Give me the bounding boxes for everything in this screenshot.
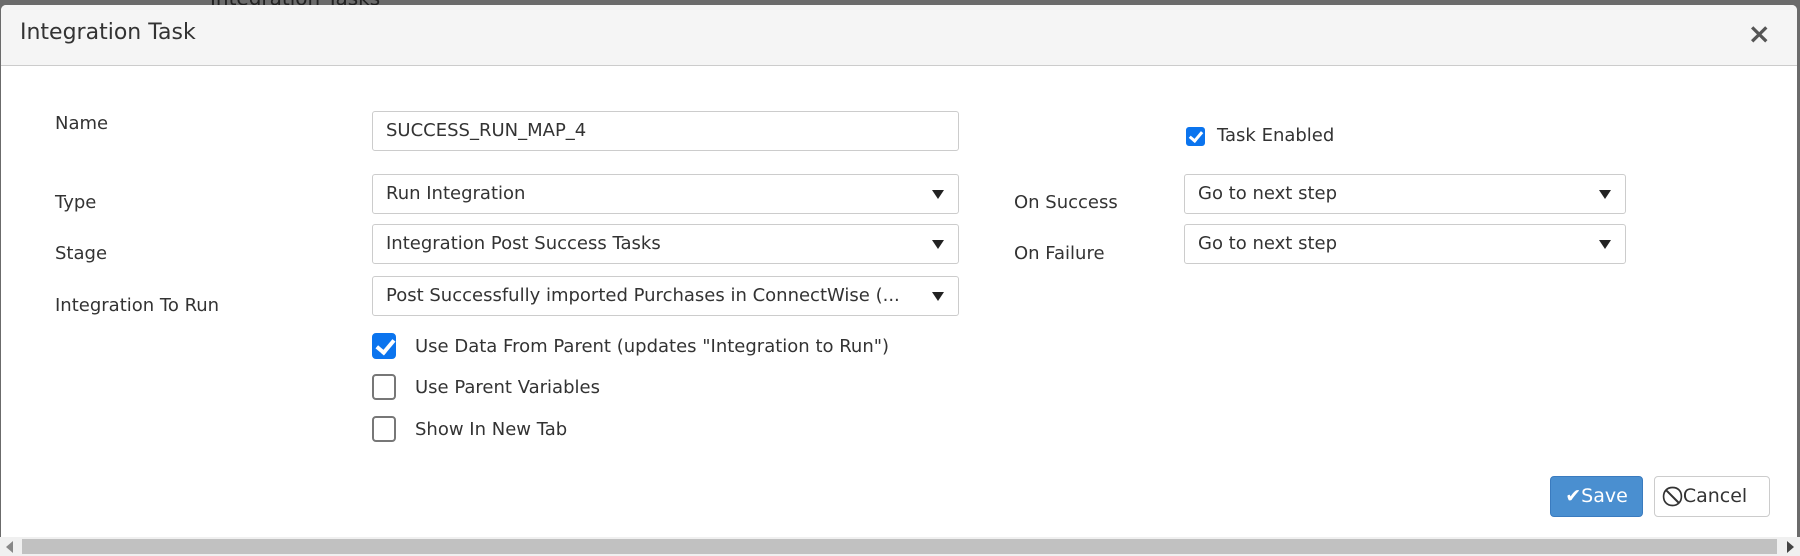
show-in-new-tab-label: Show In New Tab bbox=[415, 419, 568, 440]
on-failure-select[interactable]: Go to next step bbox=[1184, 224, 1626, 264]
scrollbar-thumb[interactable] bbox=[22, 539, 1777, 554]
on-success-select[interactable]: Go to next step bbox=[1184, 174, 1626, 214]
type-label: Type bbox=[55, 192, 97, 213]
integration-to-run-select[interactable]: Post Successfully imported Purchases in … bbox=[372, 276, 959, 316]
integration-task-dialog: Integration Task × Name SUCCESS_RUN_MAP_… bbox=[1, 5, 1797, 537]
type-select[interactable]: Run Integration bbox=[372, 174, 959, 214]
stage-label: Stage bbox=[55, 243, 108, 264]
stage-select[interactable]: Integration Post Success Tasks bbox=[372, 224, 959, 264]
show-in-new-tab-checkbox[interactable] bbox=[372, 416, 396, 442]
task-enabled-label: Task Enabled bbox=[1217, 125, 1335, 146]
name-input[interactable]: SUCCESS_RUN_MAP_4 bbox=[372, 111, 959, 151]
save-button[interactable]: ✔Save bbox=[1550, 476, 1643, 517]
save-label: Save bbox=[1581, 485, 1628, 507]
use-parent-variables-label: Use Parent Variables bbox=[415, 377, 600, 398]
dialog-title: Integration Task bbox=[20, 20, 196, 45]
use-data-from-parent-checkbox[interactable] bbox=[372, 333, 396, 359]
check-icon: ✔ bbox=[1565, 485, 1582, 507]
dialog-header: Integration Task × bbox=[1, 5, 1797, 66]
on-failure-label: On Failure bbox=[1014, 243, 1105, 264]
horizontal-scrollbar[interactable] bbox=[0, 537, 1800, 556]
task-enabled-checkbox[interactable] bbox=[1186, 127, 1205, 146]
scroll-left-icon[interactable] bbox=[6, 541, 13, 553]
use-parent-variables-checkbox[interactable] bbox=[372, 374, 396, 400]
cancel-label: Cancel bbox=[1682, 485, 1748, 507]
on-success-label: On Success bbox=[1014, 192, 1118, 213]
close-icon[interactable]: × bbox=[1748, 17, 1771, 50]
cancel-button[interactable]: ⃠ Cancel bbox=[1654, 476, 1770, 517]
use-data-from-parent-label: Use Data From Parent (updates "Integrati… bbox=[415, 336, 890, 357]
integration-to-run-label: Integration To Run bbox=[55, 295, 220, 316]
name-label: Name bbox=[55, 113, 109, 134]
scroll-right-icon[interactable] bbox=[1787, 541, 1794, 553]
